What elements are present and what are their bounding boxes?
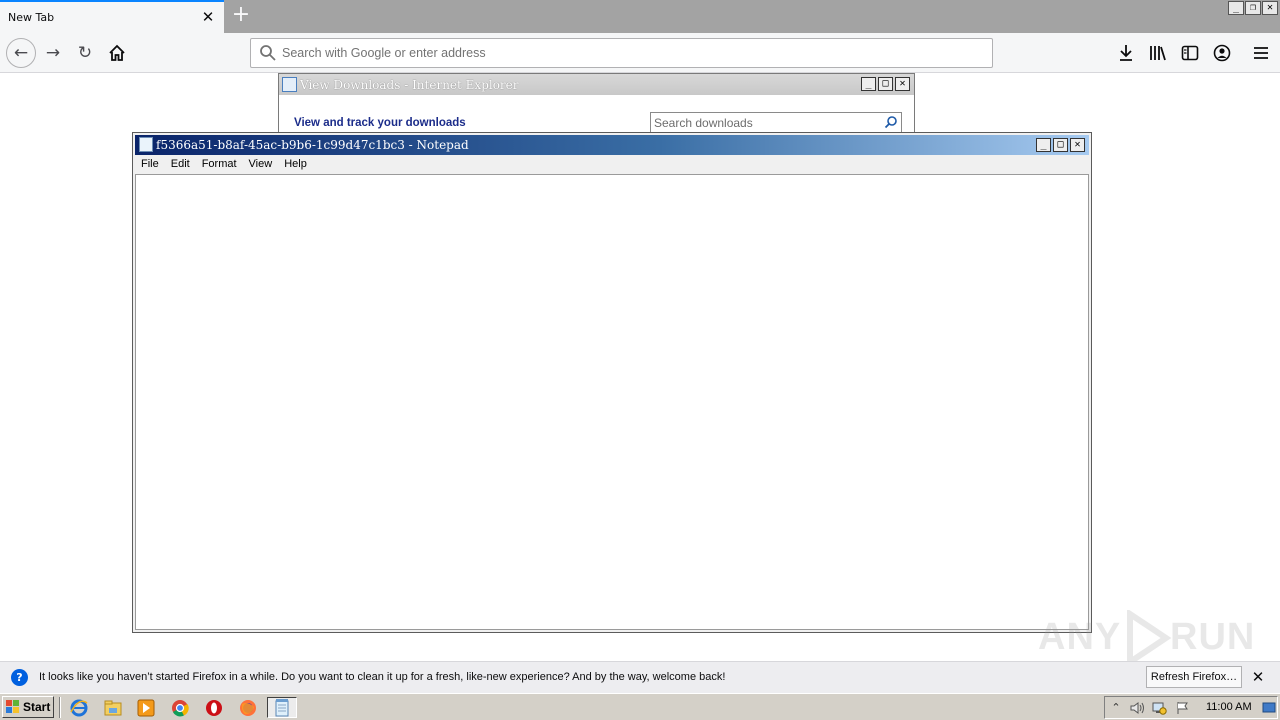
start-label: Start [23,700,51,714]
question-icon: ? [11,669,28,686]
back-icon[interactable]: ← [6,38,36,68]
start-button[interactable]: Start [2,696,54,718]
notepad-text-area[interactable] [135,174,1089,630]
minimize-button[interactable]: _ [1228,1,1244,15]
reload-icon[interactable]: ↻ [72,40,98,66]
taskbar-opera-icon[interactable] [199,697,229,718]
notepad-maximize-button[interactable]: □ [1053,138,1068,152]
notepad-minimize-button[interactable]: _ [1036,138,1051,152]
ie-logo-icon [282,77,297,92]
menu-edit[interactable]: Edit [171,155,190,174]
home-icon[interactable] [104,40,130,66]
notepad-title-bar[interactable]: f5366a51-b8af-45ac-b9b6-1c99d47c1bc3 - N… [135,135,1089,155]
tab-title: New Tab [8,11,55,24]
watermark-text-run: RUN [1170,616,1256,658]
downloads-icon[interactable] [1113,40,1139,66]
taskbar-notepad-icon[interactable] [267,697,297,718]
volume-icon[interactable] [1129,700,1145,716]
account-icon[interactable] [1209,40,1235,66]
menu-view[interactable]: View [249,155,273,174]
taskbar-explorer-icon[interactable] [98,697,128,718]
play-logo-icon [1127,610,1172,666]
restore-button[interactable]: ❐ [1245,1,1261,15]
action-center-flag-icon[interactable] [1175,700,1191,716]
show-desktop-icon[interactable] [1261,700,1277,716]
library-icon[interactable] [1145,40,1171,66]
notification-message: It looks like you haven’t started Firefo… [39,671,726,683]
taskbar-chrome-icon[interactable] [165,697,195,718]
taskbar-separator [59,697,61,718]
notepad-window: f5366a51-b8af-45ac-b9b6-1c99d47c1bc3 - N… [132,132,1092,633]
downloads-search-placeholder: Search downloads [654,116,753,130]
menu-file[interactable]: File [141,155,159,174]
refresh-firefox-button[interactable]: Refresh Firefox… [1146,666,1242,688]
ie-minimize-button[interactable]: _ [861,77,876,91]
address-bar[interactable]: Search with Google or enter address [250,38,993,68]
sidebar-icon[interactable] [1177,40,1203,66]
ie-close-button[interactable]: ✕ [895,77,910,91]
notepad-icon [139,137,153,152]
tab-strip: New Tab ✕ + _ ❐ ✕ [0,0,1280,33]
taskbar-ie-icon[interactable] [64,697,94,718]
forward-icon[interactable]: → [40,40,66,66]
address-placeholder: Search with Google or enter address [282,46,486,60]
windows-logo-icon [6,700,19,713]
close-button[interactable]: ✕ [1262,1,1278,15]
refresh-notification-bar: ? It looks like you haven’t started Fire… [0,661,1280,693]
new-tab-plus-icon[interactable]: + [230,4,252,28]
ie-window-title: View Downloads - Internet Explorer [300,78,519,92]
anyrun-watermark: ANY RUN [1038,608,1254,668]
notepad-menu-bar: File Edit Format View Help [135,155,1089,174]
menu-icon[interactable] [1248,40,1274,66]
navigation-toolbar: ← → ↻ Search with Google or enter addres… [0,33,1280,73]
ie-downloads-heading: View and track your downloads [294,117,466,129]
show-hidden-icons-chevron-icon[interactable]: ⌃ [1108,700,1124,716]
taskbar: Start ⌃ 11:00 AM [0,693,1280,720]
menu-format[interactable]: Format [202,155,237,174]
tab-close-icon[interactable]: ✕ [199,8,217,26]
taskbar-firefox-icon[interactable] [233,697,263,718]
browser-window-controls: _ ❐ ✕ [1228,1,1278,15]
menu-help[interactable]: Help [284,155,307,174]
ie-title-bar[interactable]: View Downloads - Internet Explorer _ □ ✕ [279,74,914,95]
ie-maximize-button[interactable]: □ [878,77,893,91]
taskbar-clock[interactable]: 11:00 AM [1206,701,1252,713]
desktop: New Tab ✕ + _ ❐ ✕ ← → ↻ Search with Goog… [0,0,1280,720]
network-icon[interactable] [1151,700,1167,716]
search-icon[interactable] [884,115,898,129]
downloads-search-input[interactable]: Search downloads [650,112,902,133]
watermark-text-any: ANY [1038,616,1122,658]
tab-new-tab[interactable]: New Tab ✕ [0,0,224,33]
system-tray: ⌃ 11:00 AM [1104,696,1278,719]
notepad-close-button[interactable]: ✕ [1070,138,1085,152]
search-icon [260,45,276,61]
taskbar-media-player-icon[interactable] [131,697,161,718]
notepad-window-title: f5366a51-b8af-45ac-b9b6-1c99d47c1bc3 - N… [156,138,469,152]
notification-close-icon[interactable]: ✕ [1249,668,1267,686]
